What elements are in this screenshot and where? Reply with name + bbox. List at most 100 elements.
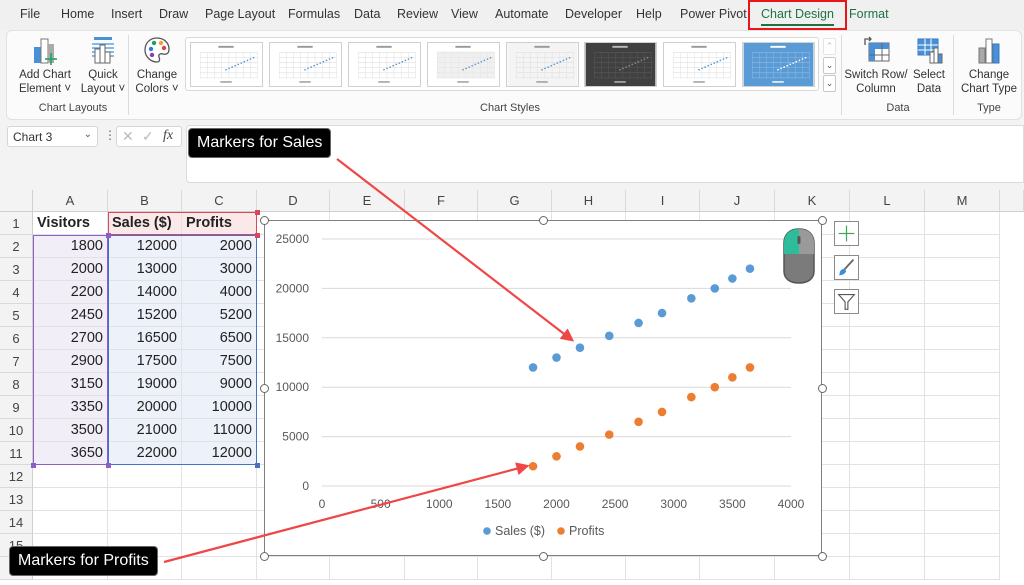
cell-m14[interactable] [925, 511, 1000, 534]
column-header-c[interactable]: C [182, 190, 257, 212]
row-header-14[interactable]: 14 [0, 511, 33, 534]
scatter-chart[interactable]: 0 5000 10000 15000 20000 25000 0 500 1000 1500 200… [264, 220, 822, 556]
cell-m4[interactable] [925, 281, 1000, 304]
tab-power-pivot[interactable]: Power Pivot [680, 7, 747, 21]
cell-a12[interactable] [33, 465, 108, 488]
chart-style-thumbnail-1[interactable] [190, 42, 263, 87]
insert-function-icon[interactable]: fx [163, 128, 173, 144]
cell-l9[interactable] [850, 396, 925, 419]
cell-a11[interactable]: 3650 [33, 442, 108, 465]
tab-home[interactable]: Home [61, 7, 94, 21]
cell-c4[interactable]: 4000 [182, 281, 257, 304]
sales-data-point[interactable] [657, 308, 667, 318]
cell-b5[interactable]: 15200 [108, 304, 182, 327]
chart-resize-handle[interactable] [538, 551, 548, 561]
range-resize-handle[interactable] [106, 233, 111, 238]
cell-m13[interactable] [925, 488, 1000, 511]
range-resize-handle[interactable] [255, 210, 260, 215]
cell-l6[interactable] [850, 327, 925, 350]
cell-a9[interactable]: 3350 [33, 396, 108, 419]
select-all-button[interactable] [0, 190, 33, 212]
chart-style-thumbnail-8[interactable] [742, 42, 815, 87]
sales-data-point[interactable] [710, 284, 720, 293]
cell-c1[interactable]: Profits [182, 212, 257, 235]
legend-label-profits[interactable]: Profits [569, 524, 604, 538]
range-resize-handle[interactable] [255, 463, 260, 468]
cell-b1[interactable]: Sales ($) [108, 212, 182, 235]
cell-b2[interactable]: 12000 [108, 235, 182, 258]
cell-l5[interactable] [850, 304, 925, 327]
chart-resize-handle[interactable] [259, 551, 269, 561]
sales-data-point[interactable] [552, 353, 561, 362]
cell-l1[interactable] [850, 212, 925, 235]
cell-c10[interactable]: 11000 [182, 419, 257, 442]
cell-b4[interactable]: 14000 [108, 281, 182, 304]
cell-c3[interactable]: 3000 [182, 258, 257, 281]
legend-label-sales[interactable]: Sales ($) [495, 524, 545, 538]
sales-data-point[interactable] [528, 363, 538, 372]
profits-data-point[interactable] [687, 392, 696, 402]
cell-l7[interactable] [850, 350, 925, 373]
cell-l13[interactable] [850, 488, 925, 511]
column-header-g[interactable]: G [478, 190, 552, 212]
profits-data-point[interactable] [575, 442, 585, 451]
cell-c14[interactable] [182, 511, 257, 534]
cell-c11[interactable]: 12000 [182, 442, 257, 465]
enter-icon[interactable]: ✓ [142, 128, 154, 145]
cell-l16[interactable] [850, 557, 925, 580]
cell-a1[interactable]: Visitors [33, 212, 108, 235]
chart-resize-handle[interactable] [259, 383, 269, 393]
sales-data-point[interactable] [687, 293, 696, 303]
cell-i16[interactable] [626, 557, 700, 580]
change-chart-type-button[interactable]: Change Chart Type [957, 35, 1021, 96]
tab-format[interactable]: Format [849, 7, 889, 21]
column-header-a[interactable]: A [33, 190, 108, 212]
cell-b6[interactable]: 16500 [108, 327, 182, 350]
cell-a2[interactable]: 1800 [33, 235, 108, 258]
cell-l15[interactable] [850, 534, 925, 557]
cell-b12[interactable] [108, 465, 182, 488]
column-header-l[interactable]: L [850, 190, 925, 212]
range-resize-handle[interactable] [106, 463, 111, 468]
cell-m7[interactable] [925, 350, 1000, 373]
sales-data-point[interactable] [745, 264, 755, 273]
tab-help[interactable]: Help [636, 7, 662, 21]
profits-data-point[interactable] [552, 452, 561, 461]
cell-c6[interactable]: 6500 [182, 327, 257, 350]
cell-l3[interactable] [850, 258, 925, 281]
profits-data-point[interactable] [528, 461, 538, 471]
row-header-3[interactable]: 3 [0, 258, 33, 281]
cell-a8[interactable]: 3150 [33, 373, 108, 396]
chart-resize-handle[interactable] [817, 551, 827, 561]
cell-j16[interactable] [700, 557, 775, 580]
chart-resize-handle[interactable] [538, 215, 548, 225]
cell-a6[interactable]: 2700 [33, 327, 108, 350]
cell-a7[interactable]: 2900 [33, 350, 108, 373]
row-header-8[interactable]: 8 [0, 373, 33, 396]
row-header-6[interactable]: 6 [0, 327, 33, 350]
column-header-b[interactable]: B [108, 190, 182, 212]
cell-l4[interactable] [850, 281, 925, 304]
cell-e16[interactable] [330, 557, 405, 580]
profits-data-point[interactable] [604, 430, 614, 439]
tab-formulas[interactable]: Formulas [288, 7, 340, 21]
more-options-icon[interactable]: ⋮ [104, 128, 116, 142]
cell-m11[interactable] [925, 442, 1000, 465]
add-chart-element-button[interactable]: Add Chart Element ˅ [15, 35, 75, 96]
gallery-scroll-down-button[interactable]: ⌄ [823, 57, 836, 74]
tab-developer[interactable]: Developer [565, 7, 622, 21]
chart-style-thumbnail-4[interactable] [427, 42, 500, 87]
cell-a3[interactable]: 2000 [33, 258, 108, 281]
chart-styles-button[interactable] [834, 255, 859, 280]
cell-m2[interactable] [925, 235, 1000, 258]
cell-c9[interactable]: 10000 [182, 396, 257, 419]
chart-resize-handle[interactable] [817, 383, 827, 393]
chart-style-thumbnail-6[interactable] [584, 42, 657, 87]
profits-data-point[interactable] [634, 417, 643, 427]
sales-data-point[interactable] [634, 318, 643, 328]
chart-style-thumbnail-5[interactable] [506, 42, 579, 87]
cell-m10[interactable] [925, 419, 1000, 442]
tab-page-layout[interactable]: Page Layout [205, 7, 275, 21]
cell-h16[interactable] [552, 557, 626, 580]
quick-layout-button[interactable]: Quick Layout ˅ [77, 35, 129, 96]
